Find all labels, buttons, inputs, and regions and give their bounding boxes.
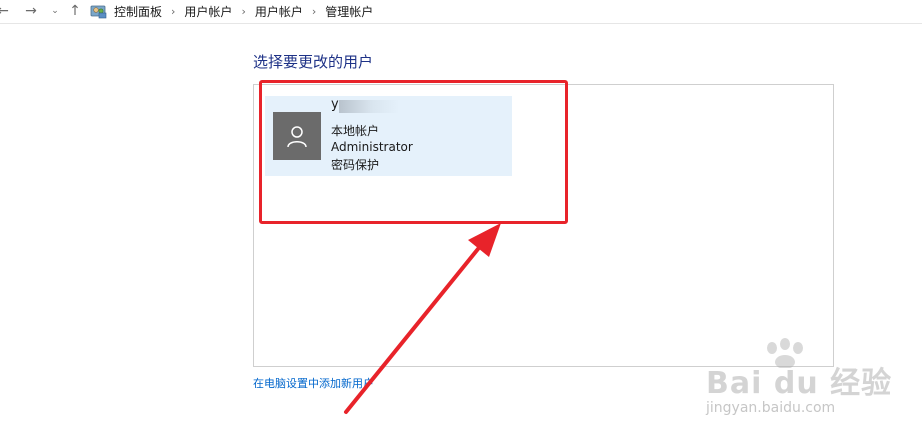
forward-icon[interactable]: → — [22, 2, 40, 20]
up-icon[interactable]: ↑ — [66, 2, 84, 20]
annotation-highlight-box — [259, 80, 568, 224]
chevron-right-icon[interactable]: › — [312, 5, 316, 18]
breadcrumb[interactable]: 控制面板 › 用户帐户 › 用户帐户 › 管理帐户 — [88, 1, 922, 21]
watermark-url: jingyan.baidu.com — [706, 400, 836, 416]
chevron-right-icon[interactable]: › — [241, 5, 245, 18]
breadcrumb-item[interactable]: 用户帐户 — [255, 3, 303, 20]
breadcrumb-item[interactable]: 控制面板 — [114, 3, 162, 20]
back-icon[interactable]: ← — [0, 2, 12, 20]
breadcrumb-item[interactable]: 管理帐户 — [325, 3, 373, 20]
breadcrumb-item[interactable]: 用户帐户 — [184, 3, 232, 20]
recent-locations-icon[interactable]: ⌄ — [46, 2, 64, 20]
watermark: Bai du 经验 jingyan.baidu.com — [700, 338, 900, 438]
page-title: 选择要更改的用户 — [253, 53, 374, 71]
control-panel-icon — [90, 3, 108, 19]
add-user-link[interactable]: 在电脑设置中添加新用户 — [253, 375, 374, 391]
chevron-right-icon[interactable]: › — [171, 5, 175, 18]
watermark-logo: Bai du 经验 — [706, 366, 893, 401]
address-bar: ← → ⌄ ↑ 控制面板 › 用户帐户 › 用户帐户 › 管理帐户 — [0, 0, 922, 24]
